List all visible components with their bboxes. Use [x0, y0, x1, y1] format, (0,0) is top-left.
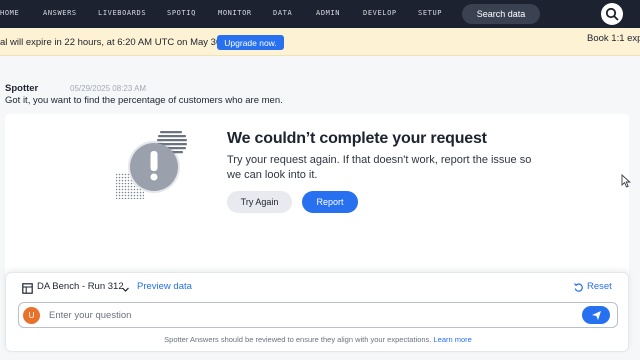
nav-item-setup[interactable]: SETUP — [418, 9, 442, 17]
reset-button[interactable]: Reset — [587, 281, 612, 292]
dataset-selector[interactable]: DA Bench - Run 312 — [37, 281, 124, 292]
nav-item-monitor[interactable]: MONITOR — [218, 9, 252, 17]
nav-item-liveboards[interactable]: LIVEBOARDS — [98, 9, 146, 17]
disclaimer: Spotter Answers should be reviewed to en… — [6, 335, 630, 344]
table-icon — [22, 281, 33, 299]
sender-name: Spotter — [5, 83, 39, 94]
error-title: We couldn’t complete your request — [227, 130, 487, 147]
search-icon[interactable] — [601, 3, 623, 25]
alert-illustration — [112, 131, 192, 276]
mouse-cursor — [621, 173, 631, 193]
nav-item-develop[interactable]: DEVELOP — [363, 9, 397, 17]
error-description: Try your request again. If that doesn't … — [227, 154, 532, 181]
send-button[interactable] — [582, 306, 610, 324]
trial-banner: al will expire in 22 hours, at 6:20 AM U… — [0, 28, 640, 56]
nav-item-admin[interactable]: ADMIN — [316, 9, 340, 17]
assistant-message: Got it, you want to find the percentage … — [5, 95, 283, 106]
learn-more-link[interactable]: Learn more — [433, 335, 471, 344]
chevron-down-icon[interactable] — [121, 281, 130, 299]
question-panel: DA Bench - Run 312 Preview data Reset U … — [5, 272, 629, 352]
disclaimer-text: Spotter Answers should be reviewed to en… — [164, 335, 432, 344]
top-nav: HOME ANSWERS LIVEBOARDS SPOTIQ MONITOR D… — [0, 0, 640, 28]
upgrade-button[interactable]: Upgrade now. — [217, 35, 284, 50]
search-data-button[interactable]: Search data — [462, 4, 540, 24]
question-input[interactable] — [49, 306, 569, 324]
nav-item-home[interactable]: HOME — [0, 9, 19, 17]
book-session-link[interactable]: Book 1:1 expe — [587, 33, 640, 44]
question-input-box: U — [18, 302, 618, 328]
trial-expiry-text: al will expire in 22 hours, at 6:20 AM U… — [0, 37, 224, 48]
preview-data-link[interactable]: Preview data — [137, 281, 192, 292]
nav-item-data[interactable]: DATA — [273, 9, 292, 17]
nav-item-answers[interactable]: ANSWERS — [43, 9, 77, 17]
message-timestamp: 05/29/2025 08:23 AM — [70, 84, 147, 93]
try-again-button[interactable]: Try Again — [227, 191, 292, 213]
nav-item-spotiq[interactable]: SPOTIQ — [167, 9, 196, 17]
report-button[interactable]: Report — [302, 191, 358, 213]
reset-icon[interactable] — [573, 280, 584, 298]
avatar: U — [23, 307, 40, 324]
send-icon — [591, 310, 601, 320]
